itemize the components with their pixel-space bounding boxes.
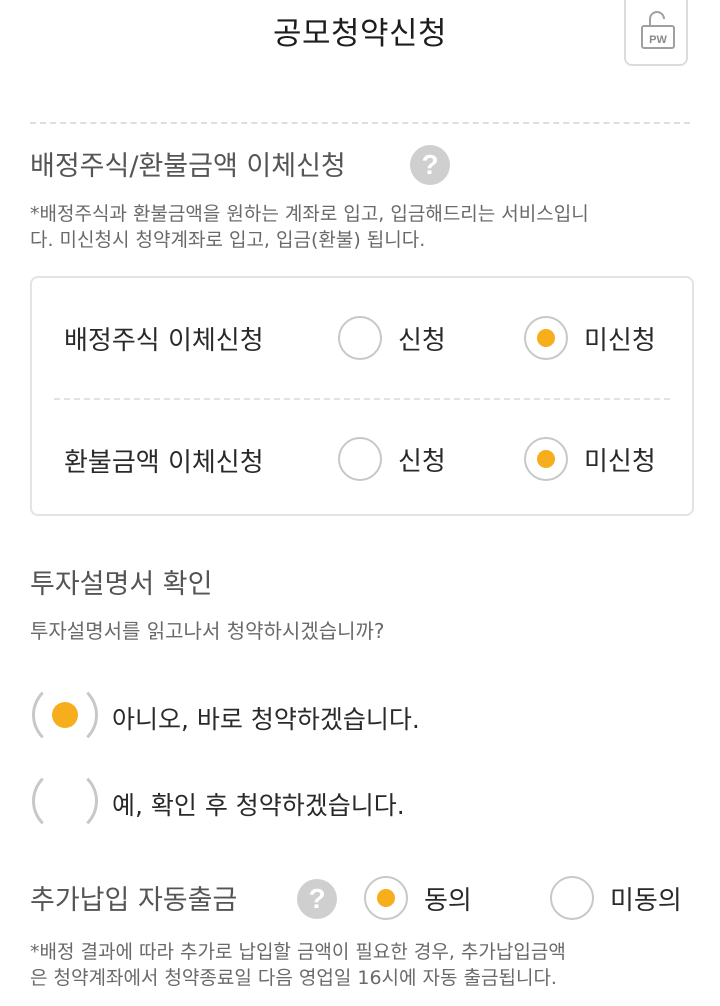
page-title: 공모청약신청	[272, 16, 448, 52]
auto-withdraw-disagree-label[interactable]: 미동의	[610, 880, 682, 917]
refund-transfer-label: 환불금액 이체신청	[64, 448, 264, 478]
help-icon[interactable]: ?	[297, 879, 337, 919]
prospectus-question: 투자설명서를 읽고나서 청약하시겠습니까?	[30, 619, 385, 643]
stock-transfer-decline-radio[interactable]	[524, 316, 568, 360]
pw-label: PW	[649, 34, 667, 46]
auto-withdraw-section-title: 추가납입 자동출금	[30, 885, 238, 916]
password-button[interactable]: PW	[624, 0, 688, 66]
transfer-section-title: 배정주식/환불금액 이체신청	[30, 151, 346, 182]
prospectus-skip-label[interactable]: 아니오, 바로 청약하겠습니다.	[112, 700, 420, 736]
refund-transfer-decline-radio[interactable]	[524, 437, 568, 481]
auto-withdraw-note-line2: 은 청약계좌에서 청약종료일 다음 영업일 16시에 자동 출금됩니다.	[30, 967, 557, 989]
lock-icon: PW	[641, 11, 675, 49]
divider	[30, 122, 690, 124]
transfer-note-line2: 다. 미신청시 청약계좌로 입고, 입금(환불) 됩니다.	[30, 229, 426, 251]
stock-transfer-decline-label[interactable]: 미신청	[584, 320, 656, 357]
refund-transfer-apply-radio[interactable]	[338, 437, 382, 481]
prospectus-read-label[interactable]: 예, 확인 후 청약하겠습니다.	[112, 786, 405, 822]
transfer-note-line1: *배정주식과 환불금액을 원하는 계좌로 입고, 입금해드리는 서비스입니	[30, 203, 589, 225]
refund-transfer-apply-label[interactable]: 신청	[398, 441, 446, 478]
stock-transfer-label: 배정주식 이체신청	[64, 326, 264, 356]
prospectus-section-title: 투자설명서 확인	[30, 569, 213, 600]
prospectus-skip-radio[interactable]	[32, 682, 98, 748]
box-divider	[54, 398, 670, 400]
refund-transfer-decline-label[interactable]: 미신청	[584, 441, 656, 478]
help-icon[interactable]: ?	[410, 145, 450, 185]
stock-transfer-apply-label[interactable]: 신청	[398, 320, 446, 357]
prospectus-read-radio[interactable]	[32, 768, 98, 834]
stock-transfer-apply-radio[interactable]	[338, 316, 382, 360]
auto-withdraw-disagree-radio[interactable]	[550, 876, 594, 920]
auto-withdraw-note-line1: *배정 결과에 따라 추가로 납입할 금액이 필요한 경우, 추가납입금액	[30, 941, 566, 963]
auto-withdraw-agree-radio[interactable]	[364, 876, 408, 920]
auto-withdraw-agree-label[interactable]: 동의	[424, 880, 472, 917]
